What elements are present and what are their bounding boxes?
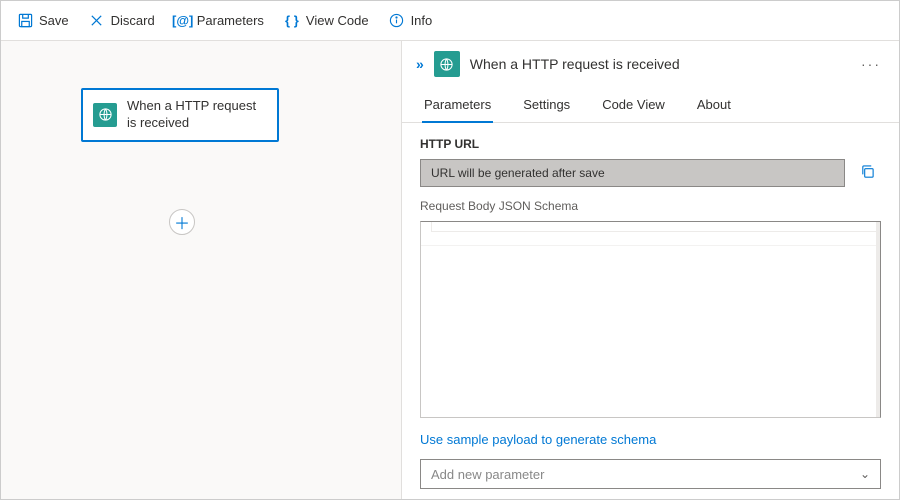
save-icon <box>17 13 33 29</box>
http-url-label: HTTP URL <box>420 137 881 151</box>
panel-header: » When a HTTP request is received ··· <box>402 41 899 83</box>
parameters-button[interactable]: [@] Parameters <box>167 5 272 37</box>
panel-tabs: Parameters Settings Code View About <box>402 83 899 123</box>
main-area: When a HTTP request is received ＋ » When… <box>1 41 899 499</box>
http-globe-icon <box>93 103 117 127</box>
trigger-node-http-request[interactable]: When a HTTP request is received <box>81 88 279 142</box>
chevron-down-icon: ⌄ <box>860 467 870 481</box>
scrollbar-track[interactable] <box>876 222 880 417</box>
schema-label: Request Body JSON Schema <box>420 199 881 213</box>
top-toolbar: Save Discard [@] Parameters { } View Cod… <box>1 1 899 41</box>
discard-label: Discard <box>111 13 155 28</box>
info-icon <box>389 13 405 29</box>
copy-url-button[interactable] <box>853 159 881 187</box>
at-parameters-icon: [@] <box>175 13 191 29</box>
copy-icon <box>860 164 875 182</box>
tab-code-view[interactable]: Code View <box>600 89 667 122</box>
details-panel: » When a HTTP request is received ··· Pa… <box>401 41 899 499</box>
plus-icon: ＋ <box>174 210 190 234</box>
info-label: Info <box>411 13 433 28</box>
designer-canvas[interactable]: When a HTTP request is received ＋ <box>1 41 401 499</box>
panel-title: When a HTTP request is received <box>470 56 680 72</box>
view-code-label: View Code <box>306 13 369 28</box>
discard-button[interactable]: Discard <box>81 5 163 37</box>
http-url-row: URL will be generated after save <box>420 159 881 187</box>
tab-parameters[interactable]: Parameters <box>422 89 493 122</box>
save-button[interactable]: Save <box>9 5 77 37</box>
trigger-node-label: When a HTTP request is received <box>127 98 267 132</box>
json-schema-textarea[interactable] <box>420 221 881 418</box>
add-new-parameter-dropdown[interactable]: Add new parameter ⌄ <box>420 459 881 489</box>
add-new-parameter-placeholder: Add new parameter <box>431 467 544 482</box>
collapse-panel-icon[interactable]: » <box>416 56 424 72</box>
http-globe-icon <box>434 51 460 77</box>
save-label: Save <box>39 13 69 28</box>
info-button[interactable]: Info <box>381 5 441 37</box>
http-url-field: URL will be generated after save <box>420 159 845 187</box>
parameters-form: HTTP URL URL will be generated after sav… <box>402 123 899 499</box>
panel-more-menu[interactable]: ··· <box>857 56 885 72</box>
close-x-icon <box>89 13 105 29</box>
view-code-button[interactable]: { } View Code <box>276 5 377 37</box>
tab-settings[interactable]: Settings <box>521 89 572 122</box>
use-sample-payload-link[interactable]: Use sample payload to generate schema <box>420 432 881 447</box>
parameters-label: Parameters <box>197 13 264 28</box>
tab-about[interactable]: About <box>695 89 733 122</box>
braces-icon: { } <box>284 13 300 29</box>
add-step-button[interactable]: ＋ <box>169 209 195 235</box>
